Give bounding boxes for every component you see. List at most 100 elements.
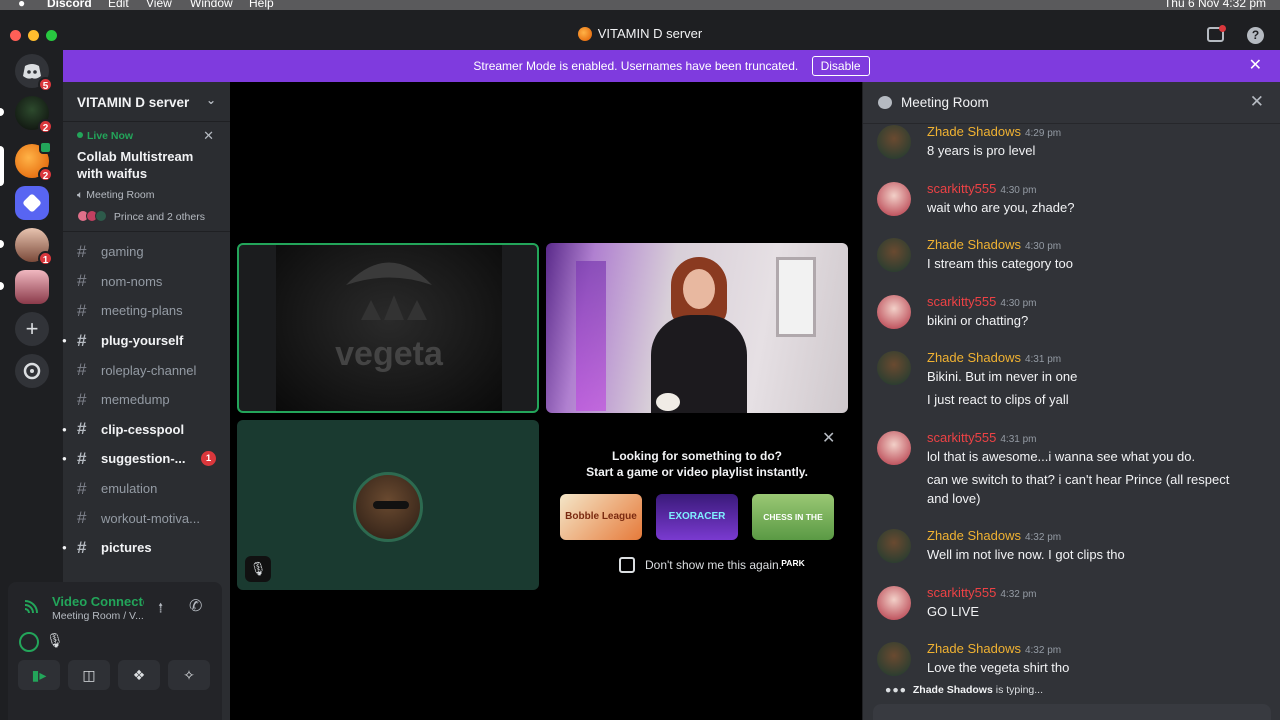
timestamp: 4:31 pm — [1000, 434, 1037, 445]
avatar[interactable] — [877, 586, 911, 620]
server-header[interactable]: VITAMIN D server ⌄ — [63, 82, 230, 122]
channel-meeting-plans[interactable]: # meeting-plans — [63, 296, 230, 326]
activity-card-exoracer[interactable]: EXORACER — [656, 494, 738, 540]
username[interactable]: Zhade Shadows — [927, 237, 1021, 252]
menu-app[interactable]: Discord — [47, 0, 92, 10]
chat-title: Meeting Room — [901, 95, 989, 110]
video-tile-avatar[interactable]: 🎙︎ — [237, 420, 539, 590]
server-icon-dark[interactable]: 2 — [15, 96, 53, 134]
avatar[interactable] — [877, 295, 911, 329]
video-tile-streamer[interactable] — [546, 243, 848, 413]
channel-workout[interactable]: # workout-motiva... — [63, 503, 230, 533]
channel-clip-cesspool[interactable]: ● # clip-cesspool — [62, 415, 230, 445]
live-stream-title: Collab Multistream with waifus — [77, 149, 194, 181]
timestamp: 4:30 pm — [1000, 298, 1037, 309]
anime-server-icon-2[interactable] — [15, 270, 49, 304]
username[interactable]: scarkitty555 — [927, 181, 996, 196]
activity-card-bobble-league[interactable]: Bobble League — [560, 494, 642, 540]
unread-bullet-icon: ● — [62, 336, 67, 346]
avatar[interactable] — [877, 238, 911, 272]
message-header: Zhade Shadows 4:30 pm — [927, 237, 1272, 252]
video-tile-vegeta[interactable]: vegeta — [237, 243, 539, 413]
connection-signal-icon[interactable] — [22, 598, 40, 616]
menu-view[interactable]: View — [146, 0, 172, 10]
soundboard-button[interactable]: ✧ — [168, 660, 210, 690]
channel-memedump[interactable]: # memedump — [63, 385, 230, 415]
discord-home-icon[interactable]: 5 — [15, 54, 53, 92]
share-screen-button[interactable]: ◫ — [68, 660, 110, 690]
message-header: scarkitty555 4:31 pm — [927, 430, 1272, 445]
avatar[interactable] — [877, 351, 911, 385]
chat-message: scarkitty555 4:31 pm lol that is awesome.… — [877, 430, 1272, 508]
add-server-icon[interactable]: + — [15, 312, 49, 346]
close-banner-icon[interactable]: ✕ — [1249, 50, 1262, 82]
avatar[interactable] — [877, 431, 911, 465]
close-chat-icon[interactable]: ✕ — [1250, 92, 1264, 112]
window-title: VITAMIN D server — [0, 26, 1280, 41]
timestamp: 4:30 pm — [1000, 185, 1037, 196]
hash-icon: # — [77, 419, 87, 439]
menu-window[interactable]: Window — [190, 0, 233, 10]
message-text: bikini or chatting? — [927, 313, 1029, 328]
disable-streamer-mode-button[interactable]: Disable — [811, 56, 870, 76]
activities-button[interactable]: ❖ — [118, 660, 160, 690]
channel-suggestion[interactable]: ● # suggestion-... 1 — [62, 444, 230, 474]
username[interactable]: Zhade Shadows — [927, 124, 1021, 139]
close-activity-icon[interactable]: ✕ — [822, 428, 835, 448]
channel-plug-yourself[interactable]: ● # plug-yourself — [62, 326, 230, 356]
unread-bullet-icon: ● — [62, 424, 67, 434]
avatar[interactable] — [877, 182, 911, 216]
help-icon[interactable]: ? — [1247, 27, 1264, 44]
menubar-clock[interactable]: Thu 6 Nov 4:32 pm — [1164, 0, 1266, 10]
voice-location[interactable]: Meeting Room / V... — [52, 610, 144, 622]
username[interactable]: Zhade Shadows — [927, 528, 1021, 543]
avatar[interactable] — [877, 642, 911, 676]
message-header: scarkitty555 4:30 pm — [927, 181, 1272, 196]
server-icon — [577, 27, 592, 41]
hash-icon: # — [77, 300, 87, 320]
hash-icon: # — [77, 448, 87, 468]
game-server-icon[interactable] — [15, 186, 49, 220]
server-badge: 2 — [38, 167, 53, 182]
vitamin-d-server-icon[interactable]: 2 — [15, 141, 53, 182]
dont-show-label[interactable]: Don't show me this again. — [645, 558, 782, 572]
activity-card-chess[interactable]: CHESS IN THE PARK — [752, 494, 834, 568]
channel-nom-noms[interactable]: # nom-noms — [63, 267, 230, 297]
username[interactable]: Zhade Shadows — [927, 641, 1021, 656]
live-now-card[interactable]: Live Now ✕ Collab Multistream with waifu… — [63, 122, 230, 232]
muted-mic-icon: 🎙︎ — [46, 632, 64, 648]
menu-help[interactable]: Help — [249, 0, 274, 10]
window — [776, 257, 816, 337]
username[interactable]: scarkitty555 — [927, 294, 996, 309]
camera-button[interactable]: ▮▸ — [18, 660, 60, 690]
hash-icon: # — [77, 537, 87, 557]
disconnect-icon[interactable]: ✆ — [189, 596, 202, 616]
channel-gaming[interactable]: # gaming — [63, 237, 230, 267]
close-live-card-icon[interactable]: ✕ — [203, 128, 214, 144]
dont-show-checkbox[interactable] — [619, 557, 635, 573]
channel-roleplay[interactable]: # roleplay-channel — [63, 355, 230, 385]
inbox-icon[interactable] — [1207, 25, 1226, 42]
message-text: lol that is awesome...i wanna see what y… — [927, 449, 1196, 464]
channel-pictures[interactable]: ● # pictures — [62, 533, 230, 563]
chat-message: Zhade Shadows 4:29 pm 8 years is pro leve… — [877, 124, 1272, 160]
message-header: Zhade Shadows 4:32 pm — [927, 528, 1272, 543]
noise-suppression-icon[interactable]: ⭫ — [158, 598, 163, 623]
chat-message-input[interactable] — [873, 704, 1271, 720]
message-header: scarkitty555 4:30 pm — [927, 294, 1272, 309]
username[interactable]: Zhade Shadows — [927, 350, 1021, 365]
username[interactable]: scarkitty555 — [927, 585, 996, 600]
channel-emulation[interactable]: # emulation — [63, 474, 230, 504]
anime-server-icon[interactable]: 1 — [15, 228, 53, 266]
menu-edit[interactable]: Edit — [108, 0, 129, 10]
voice-active-icon — [39, 141, 52, 154]
shirt-text: vegeta — [335, 335, 443, 373]
avatar[interactable] — [877, 125, 911, 159]
voice-status[interactable]: Video Connected — [52, 594, 144, 609]
avatar[interactable] — [877, 529, 911, 563]
speaker-icon: 🔈︎ — [77, 189, 84, 201]
username[interactable]: scarkitty555 — [927, 430, 996, 445]
apple-icon[interactable]: ● — [18, 0, 25, 10]
discover-icon[interactable] — [15, 354, 49, 388]
typing-user: Zhade Shadows — [912, 684, 993, 696]
